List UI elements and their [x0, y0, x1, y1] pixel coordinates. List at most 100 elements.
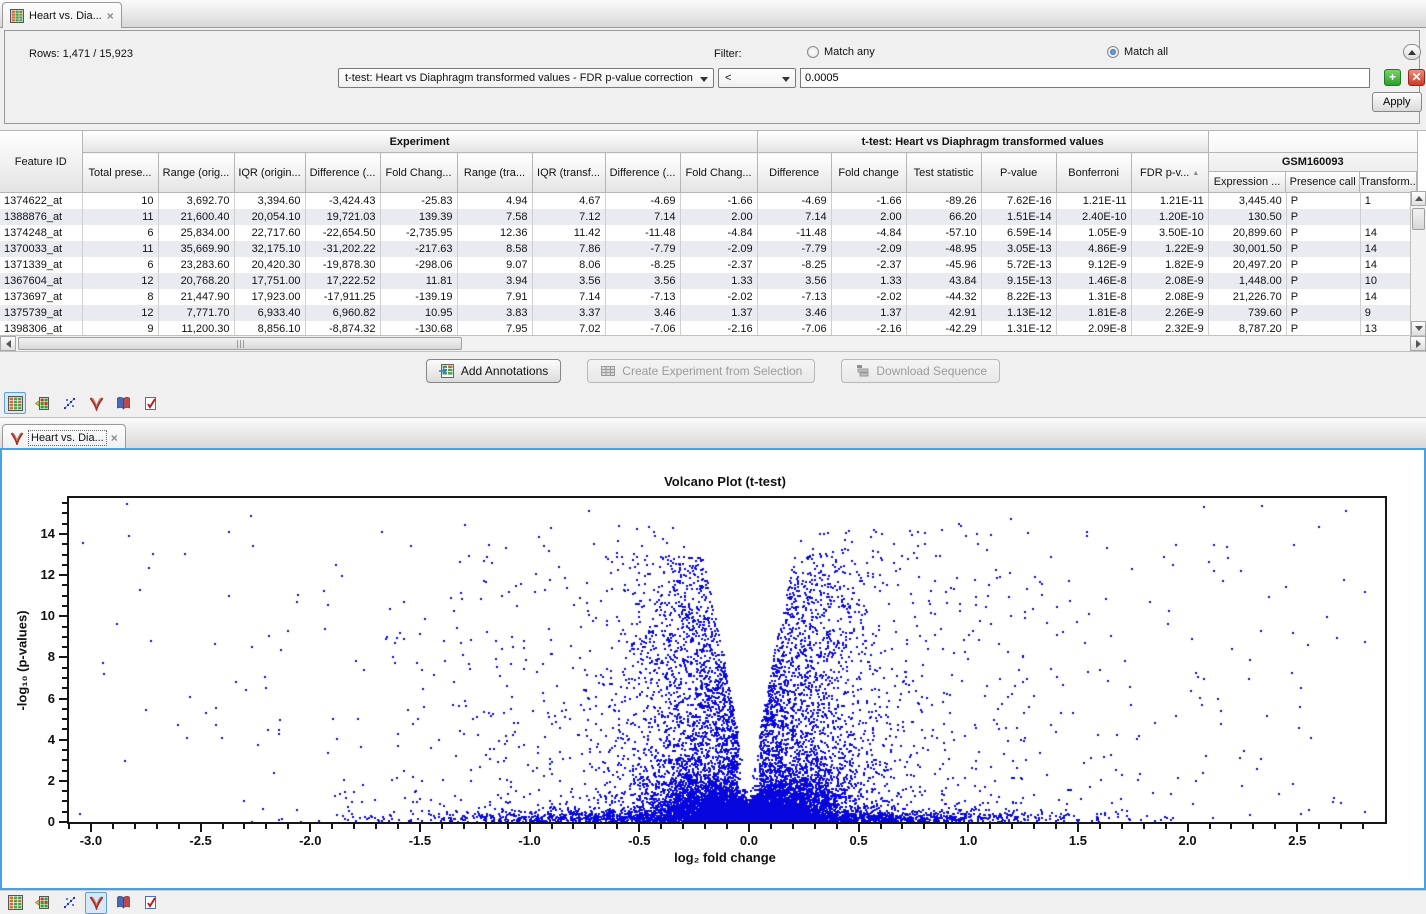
table-cell[interactable]: 6,933.40 — [234, 305, 305, 321]
table-cell[interactable]: 3.94 — [457, 273, 532, 289]
table-cell[interactable]: -19,878.30 — [305, 257, 380, 273]
table-cell[interactable] — [1360, 209, 1417, 225]
table-cell[interactable]: 6,960.82 — [305, 305, 380, 321]
table-cell[interactable]: 14 — [1360, 225, 1417, 241]
table-cell[interactable]: 3,692.70 — [158, 193, 234, 210]
table-row[interactable]: 1371339_at623,283.6020,420.30-19,878.30-… — [0, 257, 1417, 273]
table-cell[interactable]: 7.95 — [457, 321, 532, 336]
radio-selected-icon[interactable] — [1107, 46, 1119, 58]
table-cell[interactable]: 8 — [82, 289, 158, 305]
table-cell[interactable]: -7.06 — [757, 321, 831, 336]
table-cell[interactable]: -4.69 — [757, 193, 831, 210]
table-cell[interactable]: 1.31E-8 — [1056, 289, 1131, 305]
column-header[interactable]: FDR p-v...▲ — [1131, 153, 1208, 193]
table-cell[interactable]: P — [1286, 305, 1360, 321]
create-experiment-button[interactable]: Create Experiment from Selection — [587, 359, 815, 383]
column-header[interactable]: IQR (transf... — [532, 153, 605, 193]
table-cell[interactable]: -57.10 — [906, 225, 981, 241]
table-cell[interactable]: 5.72E-13 — [981, 257, 1056, 273]
table-cell[interactable]: 7.58 — [457, 209, 532, 225]
table-cell[interactable]: -1.66 — [831, 193, 906, 210]
table-cell[interactable]: 10 — [1360, 273, 1417, 289]
table-cell[interactable]: -31,202.22 — [305, 241, 380, 257]
radio-icon[interactable] — [807, 46, 819, 58]
table-cell[interactable]: -7.79 — [605, 241, 680, 257]
table-cell[interactable]: 3.46 — [757, 305, 831, 321]
table-cell[interactable]: -25.83 — [380, 193, 457, 210]
table-cell[interactable]: -2.02 — [680, 289, 757, 305]
table-cell[interactable]: 3,445.40 — [1208, 193, 1286, 210]
table-cell[interactable]: 1370033_at — [0, 241, 82, 257]
table-cell[interactable]: 7.14 — [757, 209, 831, 225]
table-cell[interactable]: -4.84 — [680, 225, 757, 241]
table-cell[interactable]: 10.95 — [380, 305, 457, 321]
table-cell[interactable]: -217.63 — [380, 241, 457, 257]
column-header[interactable]: Test statistic — [906, 153, 981, 193]
table-cell[interactable]: -22,654.50 — [305, 225, 380, 241]
table-cell[interactable]: 21,600.40 — [158, 209, 234, 225]
table-cell[interactable]: 19,721.03 — [305, 209, 380, 225]
table-cell[interactable]: 22,717.60 — [234, 225, 305, 241]
table-cell[interactable]: 1.82E-9 — [1131, 257, 1208, 273]
column-header[interactable]: IQR (origin... — [234, 153, 305, 193]
table-cell[interactable]: 42.91 — [906, 305, 981, 321]
table-cell[interactable]: 4.94 — [457, 193, 532, 210]
table-cell[interactable]: 66.20 — [906, 209, 981, 225]
column-header[interactable]: Presence call — [1286, 172, 1360, 192]
table-row[interactable]: 1375739_at127,771.706,933.406,960.8210.9… — [0, 305, 1417, 321]
table-cell[interactable]: 14 — [1360, 241, 1417, 257]
table-cell[interactable]: P — [1286, 289, 1360, 305]
scroll-left-button[interactable] — [0, 336, 16, 351]
table-cell[interactable]: -7.13 — [605, 289, 680, 305]
table-cell[interactable]: 6 — [82, 257, 158, 273]
table-cell[interactable]: 30,001.50 — [1208, 241, 1286, 257]
table-cell[interactable]: 17,222.52 — [305, 273, 380, 289]
column-header[interactable]: Range (orig... — [158, 153, 234, 193]
add-filter-criterion-button[interactable]: + — [1384, 69, 1401, 86]
table-cell[interactable]: 9 — [1360, 305, 1417, 321]
table-cell[interactable]: 32,175.10 — [234, 241, 305, 257]
table-cell[interactable]: -48.95 — [906, 241, 981, 257]
table-cell[interactable]: 9.15E-13 — [981, 273, 1056, 289]
scroll-up-button[interactable] — [1411, 191, 1426, 206]
table-cell[interactable]: 7.62E-16 — [981, 193, 1056, 210]
table-cell[interactable]: -7.13 — [757, 289, 831, 305]
table-cell[interactable]: 6 — [82, 225, 158, 241]
table-row[interactable]: 1367604_at1220,768.2017,751.0017,222.521… — [0, 273, 1417, 289]
table-cell[interactable]: 9.12E-9 — [1056, 257, 1131, 273]
table-cell[interactable]: 1.51E-14 — [981, 209, 1056, 225]
table-cell[interactable]: -2.02 — [831, 289, 906, 305]
table-cell[interactable]: 3.46 — [605, 305, 680, 321]
table-cell[interactable]: -2.37 — [831, 257, 906, 273]
table-cell[interactable]: 3.56 — [532, 273, 605, 289]
table-cell[interactable]: 9 — [82, 321, 158, 336]
table-cell[interactable]: 1388876_at — [0, 209, 82, 225]
table-row[interactable]: 1398306_at911,200.308,856.10-8,874.32-13… — [0, 321, 1417, 336]
table-cell[interactable]: 7.14 — [532, 289, 605, 305]
table-cell[interactable]: -8.25 — [605, 257, 680, 273]
download-sequence-button[interactable]: Download Sequence — [841, 359, 1000, 383]
table-cell[interactable]: 11.42 — [532, 225, 605, 241]
table-cell[interactable]: -2.16 — [680, 321, 757, 336]
table-cell[interactable]: 1.21E-11 — [1056, 193, 1131, 210]
table-cell[interactable]: 2.32E-9 — [1131, 321, 1208, 336]
table-cell[interactable]: 7,771.70 — [158, 305, 234, 321]
apply-filter-button[interactable]: Apply — [1372, 92, 1422, 112]
add-annotations-button[interactable]: Add Annotations — [426, 359, 561, 383]
table-cell[interactable]: 7.86 — [532, 241, 605, 257]
table-row[interactable]: 1374248_at625,834.0022,717.60-22,654.50-… — [0, 225, 1417, 241]
column-header[interactable]: Fold change — [831, 153, 906, 193]
table-cell[interactable]: 2.00 — [831, 209, 906, 225]
table-row[interactable]: 1373697_at821,447.9017,923.00-17,911.25-… — [0, 289, 1417, 305]
table-cell[interactable]: 1371339_at — [0, 257, 82, 273]
table-cell[interactable]: -8.25 — [757, 257, 831, 273]
table-cell[interactable]: 25,834.00 — [158, 225, 234, 241]
table-cell[interactable]: 1.20E-10 — [1131, 209, 1208, 225]
table-cell[interactable]: 4.86E-9 — [1056, 241, 1131, 257]
table-cell[interactable]: 21,226.70 — [1208, 289, 1286, 305]
table-cell[interactable]: 1.33 — [680, 273, 757, 289]
table-cell[interactable]: 1.33 — [831, 273, 906, 289]
column-header[interactable]: Fold Chang... — [380, 153, 457, 193]
column-header[interactable]: Transform... — [1360, 172, 1417, 192]
history-view-icon[interactable] — [112, 892, 134, 914]
